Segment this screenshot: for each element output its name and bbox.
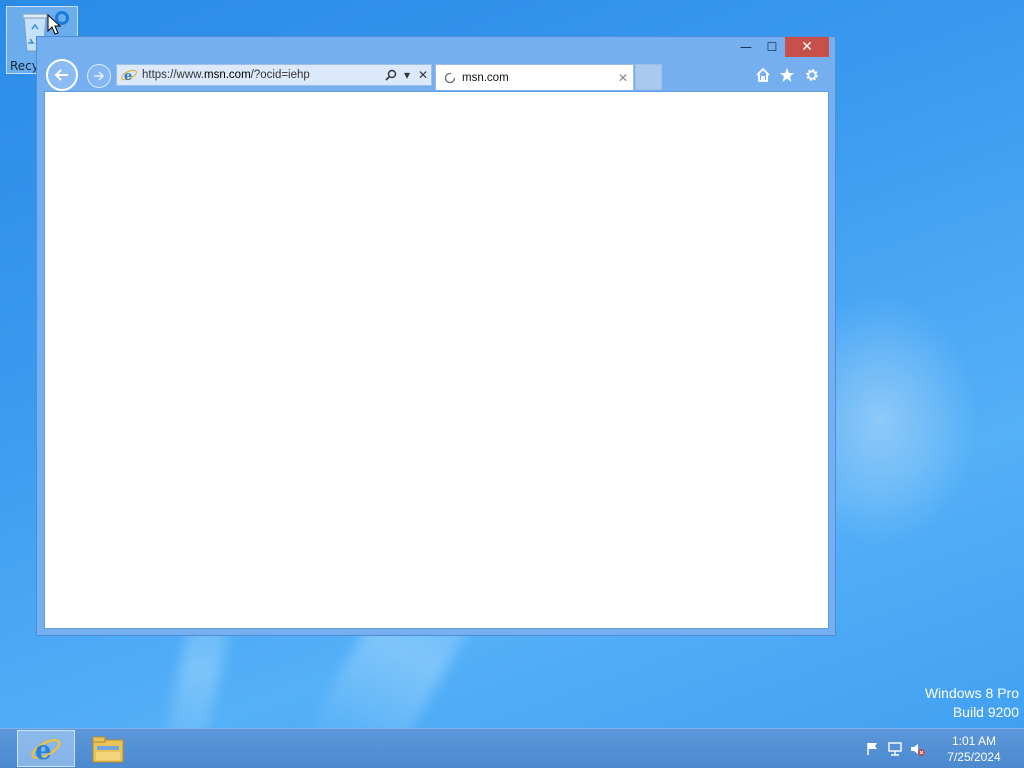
watermark-edition: Windows 8 Pro [924, 685, 1019, 701]
arrow-right-icon [94, 71, 105, 81]
tools-button[interactable] [802, 65, 822, 85]
new-tab-button[interactable] [635, 64, 662, 90]
window-controls: — ☐ ✕ [733, 37, 829, 57]
arrow-left-icon [54, 69, 68, 81]
taskbar: e 1:01 AM 7/25/2024 [0, 728, 1024, 768]
address-dropdown-button[interactable]: ▾ [399, 65, 415, 85]
star-icon [780, 68, 794, 82]
action-center-button[interactable] [862, 737, 884, 761]
loading-spinner-icon [444, 72, 456, 83]
network-icon [888, 742, 902, 756]
address-url[interactable]: https://www.msn.com/?ocid=iehp [142, 69, 383, 81]
page-content-area[interactable] [44, 91, 829, 629]
maximize-button[interactable]: ☐ [759, 37, 785, 57]
watermark-build: Build 9200 [952, 704, 1019, 720]
forward-button[interactable] [87, 64, 111, 88]
internet-explorer-icon: e [31, 736, 61, 766]
internet-explorer-window[interactable]: — ☐ ✕ e https://www.msn.com/?ocid=iehp ▾… [36, 36, 836, 636]
minimize-button[interactable]: — [733, 37, 759, 57]
home-button[interactable] [753, 65, 773, 85]
favorites-button[interactable] [777, 65, 797, 85]
tab-msn[interactable]: msn.com ✕ [435, 64, 634, 90]
url-prefix: https://www. [142, 69, 204, 81]
tab-title: msn.com [462, 71, 509, 84]
gear-icon [806, 69, 818, 81]
svg-text:e: e [124, 69, 132, 84]
loading-ring-icon [55, 11, 69, 25]
clock-time: 1:01 AM [951, 734, 997, 748]
taskbar-app-file-explorer[interactable] [79, 730, 137, 767]
volume-button[interactable] [906, 737, 928, 761]
taskbar-clock[interactable]: 1:01 AM 7/25/2024 [936, 733, 1012, 765]
file-explorer-icon [92, 736, 124, 762]
internet-explorer-icon: e [121, 69, 137, 84]
system-tray [862, 729, 928, 768]
network-button[interactable] [884, 737, 906, 761]
address-bar[interactable]: e https://www.msn.com/?ocid=iehp ▾ ✕ [116, 64, 432, 86]
stop-button[interactable]: ✕ [415, 65, 431, 85]
home-icon [756, 67, 770, 82]
taskbar-app-internet-explorer[interactable]: e [17, 730, 75, 767]
url-suffix: /?ocid=iehp [250, 69, 310, 81]
search-icon [385, 69, 397, 81]
search-button[interactable] [383, 65, 399, 85]
clock-date: 7/25/2024 [947, 750, 1001, 764]
action-center-flag-icon [867, 743, 877, 755]
url-host: msn.com [204, 69, 251, 81]
volume-muted-icon [911, 744, 925, 756]
back-button[interactable] [46, 59, 78, 91]
tab-close-button[interactable]: ✕ [613, 68, 633, 88]
windows-watermark: Windows 8 Pro Build 9200 [925, 684, 1019, 722]
svg-text:e: e [35, 736, 52, 766]
close-button[interactable]: ✕ [785, 37, 829, 57]
